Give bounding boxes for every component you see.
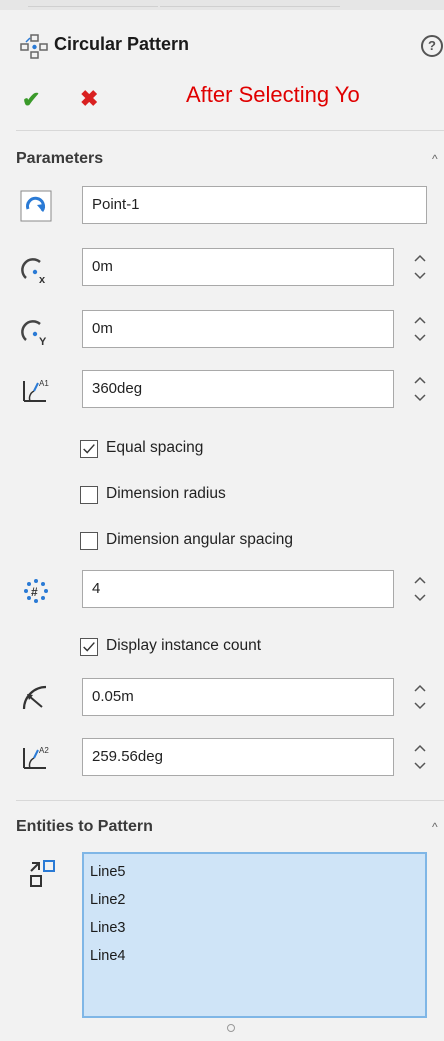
list-item[interactable]: Line3 bbox=[90, 920, 125, 936]
checkbox-unchecked-icon bbox=[80, 532, 98, 550]
checkbox-label: Dimension radius bbox=[106, 485, 226, 502]
rotate-arrow-icon[interactable] bbox=[20, 190, 52, 222]
help-icon[interactable]: ? bbox=[421, 35, 443, 57]
radius-field[interactable]: 0.05m bbox=[82, 678, 394, 716]
list-item[interactable]: Line4 bbox=[90, 948, 125, 964]
angle-field[interactable]: 259.56deg bbox=[82, 738, 394, 776]
ok-button[interactable]: ✔ bbox=[22, 88, 46, 112]
checkbox-label: Equal spacing bbox=[106, 439, 204, 456]
top-tab-strip bbox=[0, 0, 444, 10]
angle-icon: A2 bbox=[23, 746, 49, 769]
list-item[interactable]: Line5 bbox=[90, 864, 125, 880]
angle-icon: A1 bbox=[23, 379, 49, 402]
entities-icon bbox=[30, 860, 55, 887]
collapse-arrow-icon[interactable]: ^ bbox=[432, 820, 438, 834]
checkbox-label: Display instance count bbox=[106, 637, 262, 654]
angle-spinner[interactable] bbox=[412, 738, 428, 776]
center-y-spinner[interactable] bbox=[412, 310, 428, 348]
instance-count-field[interactable]: 4 bbox=[82, 570, 394, 608]
list-item[interactable]: Line2 bbox=[90, 892, 125, 908]
divider bbox=[16, 800, 444, 801]
annotation-text: After Selecting Yo bbox=[186, 82, 360, 107]
entities-list[interactable]: Line5 Line2 Line3 Line4 bbox=[82, 852, 427, 1018]
instance-count-spinner[interactable] bbox=[412, 570, 428, 608]
center-x-icon: x bbox=[21, 258, 46, 286]
checkbox-unchecked-icon bbox=[80, 486, 98, 504]
checkbox-checked-icon bbox=[80, 638, 98, 656]
parameters-section-title[interactable]: Parameters bbox=[16, 150, 103, 168]
total-angle-field[interactable]: 360deg bbox=[82, 370, 394, 408]
collapse-arrow-icon[interactable]: ^ bbox=[432, 152, 438, 166]
center-y-icon: Y bbox=[21, 320, 47, 348]
center-x-field[interactable]: 0m bbox=[82, 248, 394, 286]
svg-text:A2: A2 bbox=[39, 746, 49, 755]
header: Circular Pattern ? bbox=[16, 30, 444, 66]
svg-text:Y: Y bbox=[39, 336, 47, 348]
tab-placeholder-2[interactable] bbox=[160, 0, 340, 7]
divider bbox=[16, 130, 444, 131]
center-x-spinner[interactable] bbox=[412, 248, 428, 286]
svg-text:A1: A1 bbox=[39, 379, 49, 388]
page-title: Circular Pattern bbox=[54, 34, 190, 54]
svg-text:x: x bbox=[39, 274, 46, 286]
center-point-field[interactable]: Point-1 bbox=[82, 186, 427, 224]
checkbox-checked-icon bbox=[80, 440, 98, 458]
resize-handle[interactable] bbox=[227, 1024, 235, 1032]
cancel-button[interactable]: ✖ bbox=[80, 86, 104, 111]
instance-count-icon: # bbox=[24, 579, 48, 603]
checkbox-label: Dimension angular spacing bbox=[106, 531, 293, 548]
radius-spinner[interactable] bbox=[412, 678, 428, 716]
radius-icon bbox=[22, 685, 47, 710]
svg-text:#: # bbox=[31, 585, 38, 599]
circular-pattern-icon bbox=[20, 34, 48, 59]
center-y-field[interactable]: 0m bbox=[82, 310, 394, 348]
total-angle-spinner[interactable] bbox=[412, 370, 428, 408]
tab-placeholder-1[interactable] bbox=[28, 0, 158, 7]
entities-section-title[interactable]: Entities to Pattern bbox=[16, 818, 153, 836]
